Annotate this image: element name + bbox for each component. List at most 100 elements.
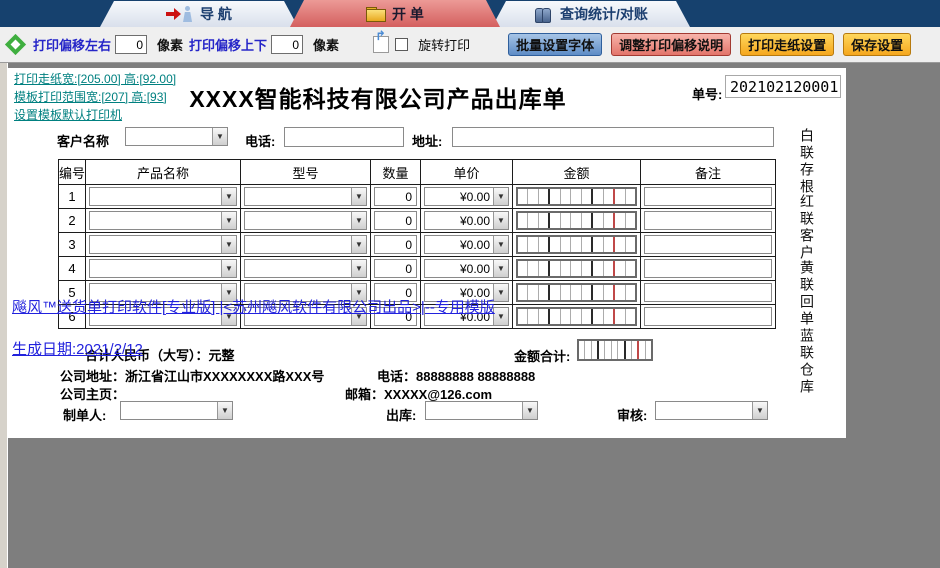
unit-price-combo[interactable]: ¥0.00 ▼ — [424, 259, 509, 278]
remark-input[interactable] — [644, 187, 772, 206]
column-header: 数量 — [370, 159, 421, 185]
chevron-down-icon: ▼ — [221, 212, 236, 229]
remark-input[interactable] — [644, 259, 772, 278]
money-digit-grid — [516, 211, 637, 230]
address-input[interactable] — [452, 127, 774, 147]
total-amount-label: 金额合计: — [514, 349, 571, 364]
unit-price-combo[interactable]: ¥0.00 ▼ — [424, 187, 509, 206]
default-printer-link[interactable]: 设置模板默认打印机 — [14, 106, 122, 123]
tab-navigation[interactable]: 导 航 — [100, 1, 298, 27]
maker-label: 制单人: — [63, 408, 107, 423]
unit-price-combo[interactable]: ¥0.00 ▼ — [424, 235, 509, 254]
px-label-2: 像素 — [313, 38, 340, 53]
homepage-label: 公司主页： — [60, 387, 126, 402]
remark-input[interactable] — [644, 307, 772, 326]
chevron-down-icon: ▼ — [221, 236, 236, 253]
model-combo[interactable]: ▼ — [244, 187, 367, 206]
item-row: 3 ▼ ▼ 0 ¥0.00 ▼ — [58, 232, 776, 257]
quantity-input[interactable]: 0 — [374, 211, 417, 230]
quantity-input[interactable]: 0 — [374, 187, 417, 206]
money-digit-grid — [516, 187, 637, 206]
chevron-down-icon: ▼ — [493, 308, 508, 325]
chevron-down-icon: ▼ — [221, 260, 236, 277]
money-digit-grid — [516, 283, 637, 302]
batch-font-button[interactable]: 批量设置字体 — [508, 33, 603, 56]
product-name-combo[interactable]: ▼ — [89, 259, 237, 278]
row-number: 4 — [58, 256, 86, 281]
product-name-combo[interactable]: ▼ — [89, 235, 237, 254]
chevron-down-icon: ▼ — [351, 212, 366, 229]
item-row: 2 ▼ ▼ 0 ¥0.00 ▼ — [58, 208, 776, 233]
chevron-down-icon: ▼ — [351, 260, 366, 277]
customer-combo-value — [126, 128, 212, 145]
phone-input[interactable] — [284, 127, 404, 147]
tab-query-stats[interactable]: 查询统计/对账 — [492, 1, 690, 27]
chevron-down-icon: ▼ — [217, 402, 232, 419]
print-settings-toolbar: 打印偏移左右 像素 打印偏移上下 像素 旋转打印 批量设置字体 调整打印偏移说明… — [0, 27, 940, 63]
remark-input[interactable] — [644, 235, 772, 254]
remark-input[interactable] — [644, 211, 772, 230]
phone-label: 电话: — [245, 134, 276, 149]
px-label-1: 像素 — [157, 38, 184, 53]
company-phone: 电话：88888888 88888888 — [377, 369, 536, 384]
rotate-print-checkbox[interactable] — [395, 38, 409, 51]
rotate-print-icon — [373, 28, 390, 53]
column-header: 编号 — [58, 159, 86, 185]
money-digit-grid — [516, 235, 637, 254]
audit-label: 审核: — [617, 408, 648, 423]
chevron-down-icon: ▼ — [221, 188, 236, 205]
customer-combo[interactable]: ▼ — [125, 127, 228, 146]
quantity-input[interactable]: 0 — [374, 235, 417, 254]
quantity-input[interactable]: 0 — [374, 259, 417, 278]
chevron-down-icon: ▼ — [351, 188, 366, 205]
save-settings-button[interactable]: 保存设置 — [843, 33, 912, 56]
copy-sheet-label: 红联客户 — [799, 194, 815, 262]
column-header: 产品名称 — [85, 159, 241, 185]
row-number: 2 — [58, 208, 86, 233]
column-header: 金额 — [512, 159, 641, 185]
unit-price-combo[interactable]: ¥0.00 ▼ — [424, 211, 509, 230]
tab-navigation-label: 导 航 — [200, 6, 232, 22]
model-combo[interactable]: ▼ — [244, 259, 367, 278]
remark-input[interactable] — [644, 283, 772, 302]
outbound-label: 出库: — [386, 408, 417, 423]
tab-query-stats-label: 查询统计/对账 — [560, 6, 648, 22]
order-no-label: 单号: — [692, 87, 723, 102]
item-row: 4 ▼ ▼ 0 ¥0.00 ▼ — [58, 256, 776, 281]
offset-lr-input[interactable] — [115, 35, 148, 54]
maker-combo[interactable]: ▼ — [120, 401, 233, 420]
model-combo[interactable]: ▼ — [244, 211, 367, 230]
column-header: 单价 — [420, 159, 513, 185]
tab-bar: 导 航 开 单 查询统计/对账 — [0, 0, 940, 27]
order-no-input[interactable]: 202102120001 — [725, 75, 841, 98]
product-name-combo[interactable]: ▼ — [89, 211, 237, 230]
paper-feed-button[interactable]: 打印走纸设置 — [740, 33, 835, 56]
diamond-icon — [4, 33, 27, 56]
chevron-down-icon: ▼ — [752, 402, 767, 419]
model-combo[interactable]: ▼ — [244, 235, 367, 254]
chevron-down-icon: ▼ — [212, 128, 227, 145]
column-header: 备注 — [640, 159, 776, 185]
copy-sheet-label: 黄联回单 — [799, 260, 815, 328]
company-address: 公司地址：浙江省江山市XXXXXXXX路XXX号 — [60, 369, 325, 384]
outbound-combo[interactable]: ▼ — [425, 401, 538, 420]
audit-combo[interactable]: ▼ — [655, 401, 768, 420]
item-row: 1 ▼ ▼ 0 ¥0.00 ▼ — [58, 184, 776, 209]
offset-ud-input[interactable] — [271, 35, 304, 54]
money-digit-grid — [577, 339, 653, 361]
left-scroll-strip[interactable] — [0, 63, 8, 568]
money-digit-grid — [516, 259, 637, 278]
offset-help-button[interactable]: 调整打印偏移说明 — [611, 33, 732, 56]
copy-sheet-label: 白联存根 — [799, 128, 815, 196]
chevron-down-icon: ▼ — [493, 188, 508, 205]
generated-date-watermark: 生成日期:2021/2/12 — [12, 341, 143, 358]
chevron-down-icon: ▼ — [493, 284, 508, 301]
money-digit-grid — [516, 307, 637, 326]
binoculars-icon — [534, 8, 552, 21]
product-name-combo[interactable]: ▼ — [89, 187, 237, 206]
chevron-down-icon: ▼ — [351, 236, 366, 253]
tab-billing[interactable]: 开 单 — [290, 0, 500, 27]
document-title: XXXX智能科技有限公司产品出库单 — [189, 86, 567, 112]
software-watermark: 飚风™送货单打印软件[专业版] |<苏州飚风软件有限公司出品>|--专用模版 — [12, 299, 495, 316]
total-amount-grid — [577, 339, 653, 361]
